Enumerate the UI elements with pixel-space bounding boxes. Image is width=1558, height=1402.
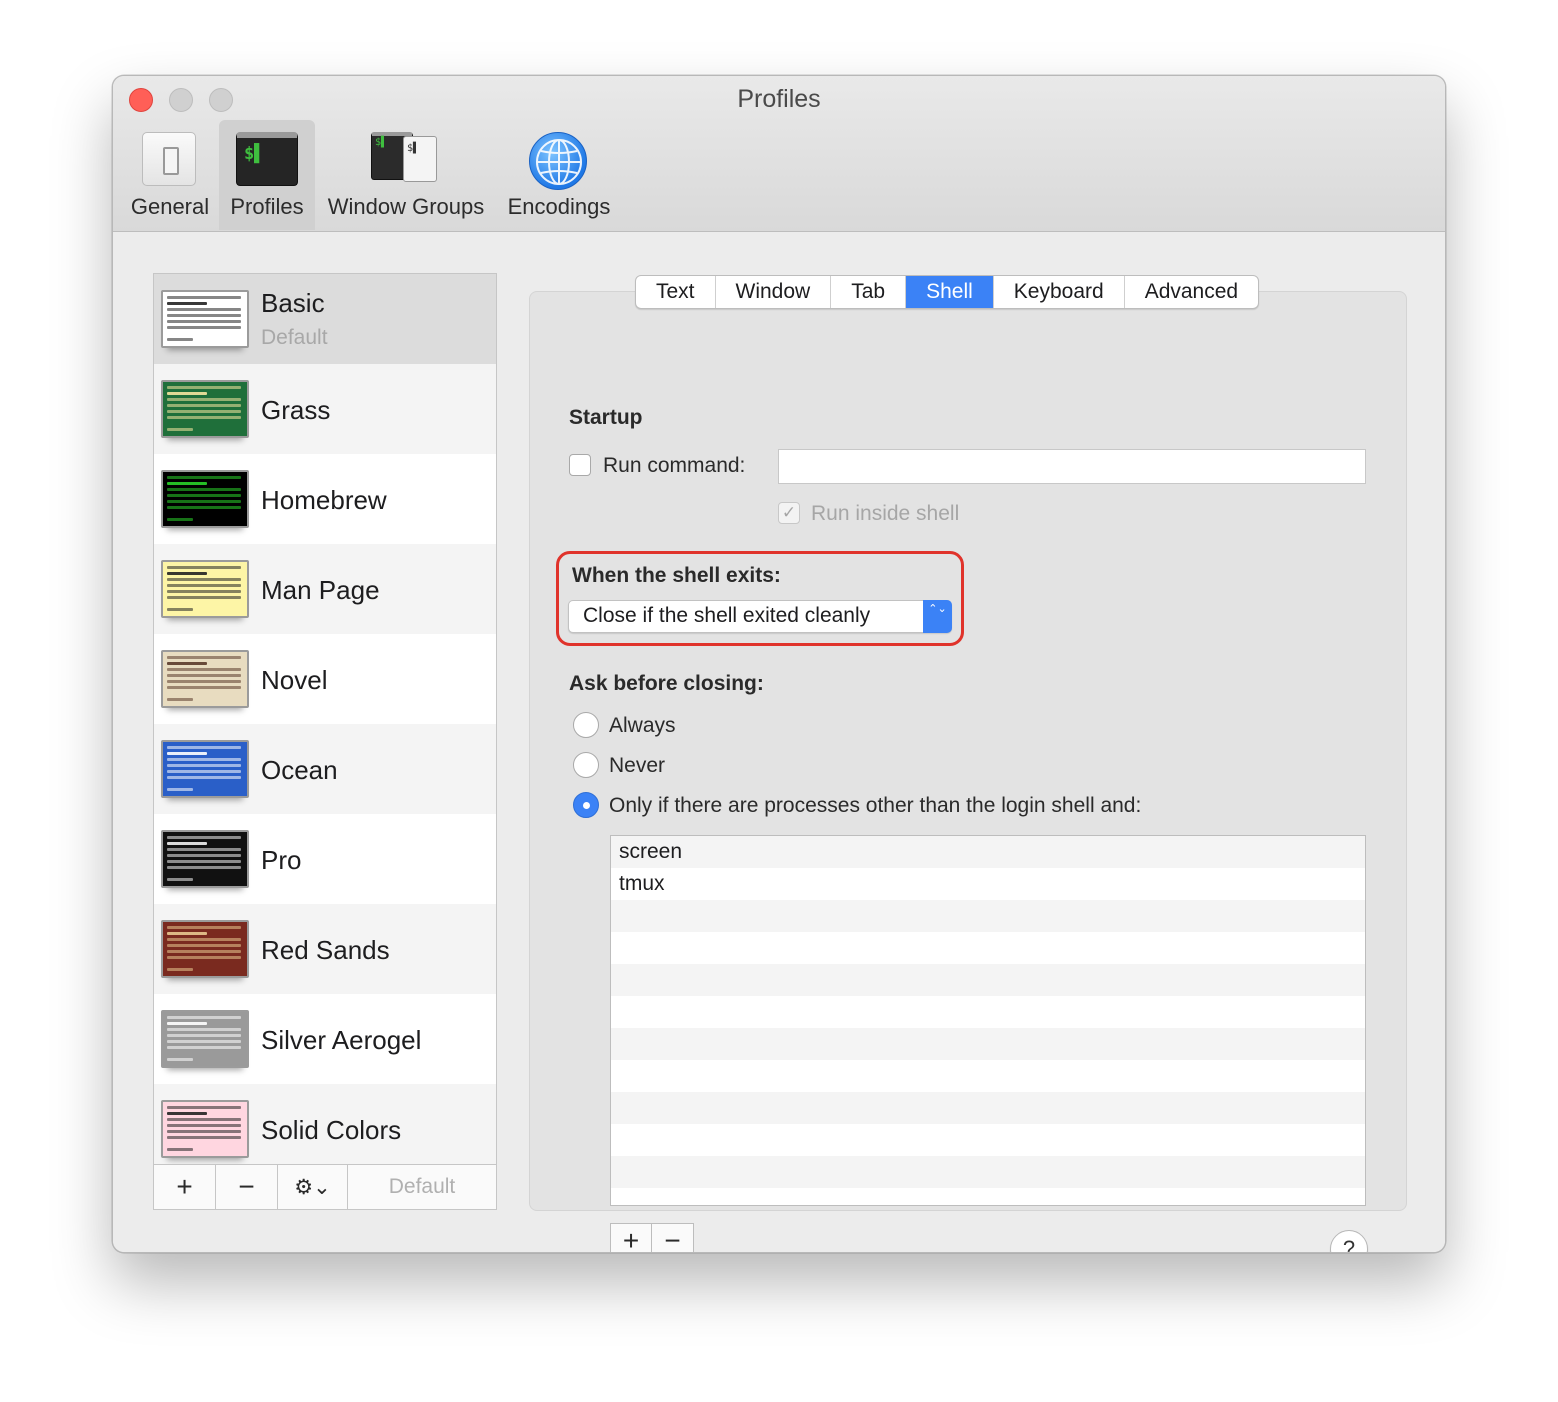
remove-profile-button[interactable]: − xyxy=(216,1165,278,1209)
toolbar-general[interactable]: General xyxy=(127,120,213,230)
empty-row xyxy=(611,1124,1365,1156)
globe-icon xyxy=(529,132,587,190)
add-profile-button[interactable]: + xyxy=(154,1165,216,1209)
profile-name: Ocean xyxy=(261,755,338,785)
toolbar-general-label: General xyxy=(130,194,210,219)
toolbar-profiles[interactable]: $▌ Profiles xyxy=(219,120,315,230)
profile-name: Homebrew xyxy=(261,485,387,515)
empty-row xyxy=(611,964,1365,996)
toolbar-window-groups[interactable]: $▌ $▌ Window Groups xyxy=(321,120,491,230)
process-row[interactable]: screen xyxy=(611,836,1365,868)
profile-name: Basic xyxy=(261,288,325,318)
radio-only-if-processes[interactable] xyxy=(573,792,599,818)
profile-name: Red Sands xyxy=(261,935,390,965)
shell-exit-selected-option: Close if the shell exited cleanly xyxy=(583,604,871,627)
empty-row xyxy=(611,900,1365,932)
profile-preview-thumbnail xyxy=(161,830,249,888)
tab-text[interactable]: Text xyxy=(636,276,716,308)
radio-never[interactable] xyxy=(573,752,599,778)
gear-menu-button[interactable]: ⚙⌄ xyxy=(278,1165,348,1209)
empty-row xyxy=(611,996,1365,1028)
shell-exit-popup[interactable]: Close if the shell exited cleanly ⌃⌄ xyxy=(568,600,952,633)
profile-row[interactable]: Solid Colors xyxy=(154,1084,496,1164)
tab-keyboard[interactable]: Keyboard xyxy=(994,276,1125,308)
empty-row xyxy=(611,1028,1365,1060)
run-command-field[interactable] xyxy=(778,449,1366,484)
process-list-toolbar: + − xyxy=(610,1223,694,1252)
empty-row xyxy=(611,1156,1365,1188)
shell-exit-heading: When the shell exits: xyxy=(572,564,781,587)
toolbar-encodings[interactable]: Encodings xyxy=(503,120,615,230)
profile-preview-thumbnail xyxy=(161,920,249,978)
profile-row[interactable]: Red Sands xyxy=(154,904,496,994)
startup-heading: Startup xyxy=(569,406,643,429)
run-command-label: Run command: xyxy=(603,454,746,477)
profile-row[interactable]: Ocean xyxy=(154,724,496,814)
profile-name: Solid Colors xyxy=(261,1115,402,1145)
profile-list-toolbar: + − ⚙⌄ Default xyxy=(153,1164,497,1210)
profile-name: Pro xyxy=(261,845,302,875)
profile-preview-thumbnail xyxy=(161,470,249,528)
window-title: Profiles xyxy=(737,85,821,113)
toolbar-window-groups-label: Window Groups xyxy=(327,194,485,219)
profile-preview-thumbnail xyxy=(161,290,249,348)
profile-preview-thumbnail xyxy=(161,380,249,438)
profile-preview-thumbnail xyxy=(161,740,249,798)
tab-advanced[interactable]: Advanced xyxy=(1125,276,1258,308)
radio-never-label: Never xyxy=(609,754,666,777)
toolbar-profiles-label: Profiles xyxy=(230,194,304,219)
run-command-checkbox[interactable] xyxy=(569,454,591,476)
terminal-icon: $▌ xyxy=(236,132,298,186)
add-process-button[interactable]: + xyxy=(611,1224,652,1252)
default-profile-button[interactable]: Default xyxy=(348,1165,496,1209)
tab-shell[interactable]: Shell xyxy=(906,276,994,308)
profile-row[interactable]: Basic Default xyxy=(154,274,496,364)
run-inside-shell-checkbox[interactable]: ✓ xyxy=(778,502,800,524)
terminal-preferences-window: Profiles General $▌ Profiles $▌ $▌ Windo… xyxy=(112,75,1446,1253)
ask-before-closing-heading: Ask before closing: xyxy=(569,672,764,695)
tab-window[interactable]: Window xyxy=(716,276,832,308)
profile-default-subtitle: Default xyxy=(261,326,328,349)
profile-row[interactable]: Pro xyxy=(154,814,496,904)
profile-name: Grass xyxy=(261,395,331,425)
profile-preview-thumbnail xyxy=(161,1100,249,1158)
preferences-content: Basic Default Grass Homebrew Man Page Novel Oc… xyxy=(113,233,1445,1252)
settings-tabs: Text Window Tab Shell Keyboard Advanced xyxy=(635,275,1260,309)
run-inside-shell-label: Run inside shell xyxy=(811,502,960,525)
remove-process-button[interactable]: − xyxy=(652,1224,693,1252)
empty-row xyxy=(611,1092,1365,1124)
empty-row xyxy=(611,932,1365,964)
tab-tab[interactable]: Tab xyxy=(831,276,907,308)
toolbar-encodings-label: Encodings xyxy=(507,194,611,219)
help-button[interactable]: ? xyxy=(1330,1230,1368,1252)
profile-row[interactable]: Grass xyxy=(154,364,496,454)
popup-chevrons-icon: ⌃⌄ xyxy=(923,600,952,633)
profile-row[interactable]: Novel xyxy=(154,634,496,724)
profile-preview-thumbnail xyxy=(161,560,249,618)
profile-preview-thumbnail xyxy=(161,1010,249,1068)
profile-name: Silver Aerogel xyxy=(261,1025,422,1055)
title-bar: Profiles General $▌ Profiles $▌ $▌ Windo… xyxy=(113,76,1445,232)
radio-only-if-processes-label: Only if there are processes other than t… xyxy=(609,794,1142,817)
process-row[interactable]: tmux xyxy=(611,868,1365,900)
process-list-table[interactable]: screen tmux xyxy=(610,835,1366,1206)
profile-name: Man Page xyxy=(261,575,380,605)
profile-row[interactable]: Homebrew xyxy=(154,454,496,544)
profile-preview-thumbnail xyxy=(161,650,249,708)
profile-row[interactable]: Silver Aerogel xyxy=(154,994,496,1084)
empty-row xyxy=(611,1060,1365,1092)
radio-always-label: Always xyxy=(609,714,676,737)
profile-list[interactable]: Basic Default Grass Homebrew Man Page Novel Oc… xyxy=(153,273,497,1165)
switch-icon xyxy=(142,132,196,186)
profile-name: Novel xyxy=(261,665,328,695)
profile-row[interactable]: Man Page xyxy=(154,544,496,634)
radio-always[interactable] xyxy=(573,712,599,738)
window-groups-icon: $▌ $▌ xyxy=(371,132,437,186)
